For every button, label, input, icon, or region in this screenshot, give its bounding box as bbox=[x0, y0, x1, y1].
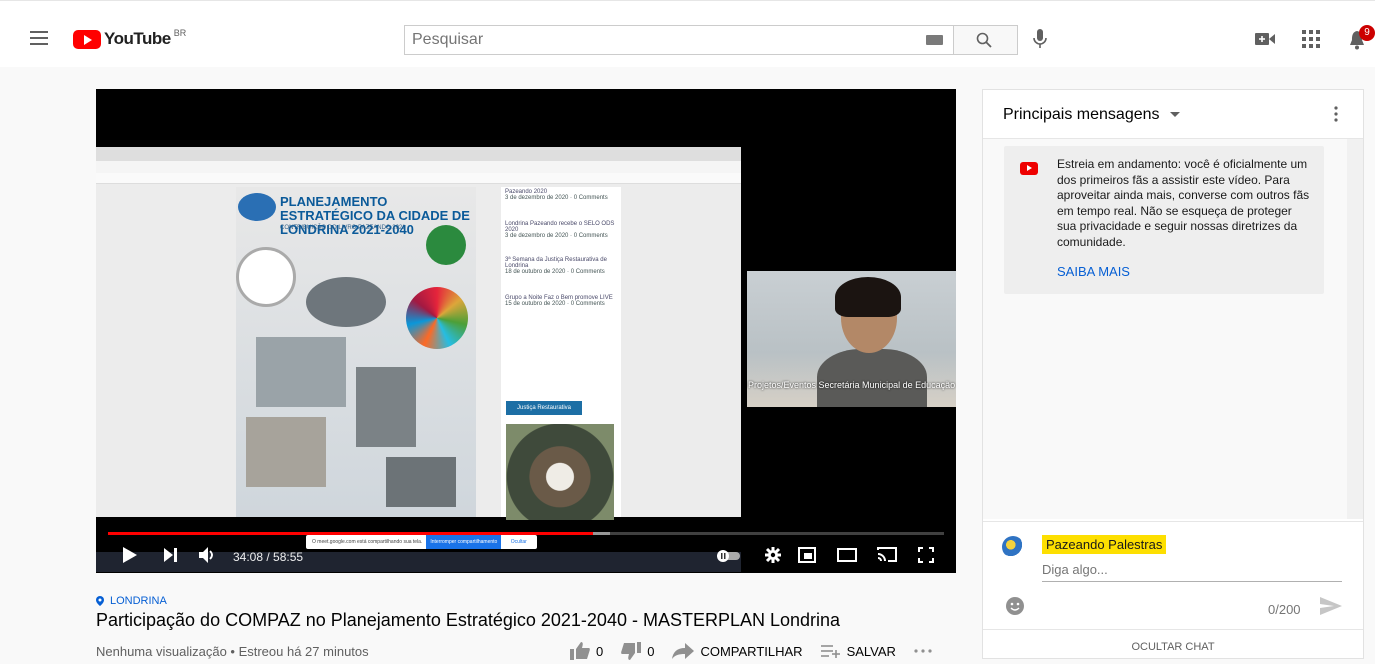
chat-composer: Pazeando Palestras 0/200 bbox=[983, 521, 1363, 640]
youtube-play-icon bbox=[73, 29, 101, 49]
fullscreen-icon[interactable] bbox=[918, 547, 934, 563]
video-actions: 0 0 COMPARTILHAR SALVAR bbox=[570, 642, 956, 660]
chat-mode-dropdown[interactable]: Principais mensagens bbox=[1003, 106, 1180, 124]
chat-message-input[interactable] bbox=[1042, 562, 1342, 577]
logo-text: YouTube bbox=[104, 29, 171, 48]
chat-messages-area: Estreia em andamento: você é oficialment… bbox=[983, 139, 1347, 519]
share-arrow-icon bbox=[672, 643, 695, 659]
playlist-add-icon bbox=[820, 645, 840, 658]
location-pin-icon bbox=[96, 596, 104, 606]
dislike-count: 0 bbox=[647, 643, 655, 659]
browser-address-bar bbox=[96, 161, 741, 173]
dropdown-caret-icon bbox=[1169, 111, 1180, 117]
save-button[interactable]: SALVAR bbox=[820, 643, 896, 659]
input-underline bbox=[1042, 581, 1342, 582]
save-label: SALVAR bbox=[846, 643, 896, 659]
masterplan-poster: PLANEJAMENTO ESTRATÉGICO DA CIDADE DE LO… bbox=[236, 187, 476, 517]
emoji-icon[interactable] bbox=[1005, 596, 1025, 616]
video-player[interactable]: PLANEJAMENTO ESTRATÉGICO DA CIDADE DE LO… bbox=[96, 89, 956, 573]
search-button[interactable] bbox=[954, 25, 1018, 55]
premiere-notice: Estreia em andamento: você é oficialment… bbox=[1004, 146, 1324, 294]
top-bar: YouTube BR 9 bbox=[0, 0, 1375, 67]
group-photo bbox=[506, 424, 614, 520]
like-count: 0 bbox=[596, 643, 604, 659]
play-icon[interactable] bbox=[123, 547, 137, 563]
post-1: Pazeando 2020 3 de dezembro de 2020 · 0 C… bbox=[505, 189, 608, 201]
browser-tabs-strip bbox=[96, 147, 741, 161]
learn-more-link[interactable]: SAIBA MAIS bbox=[1057, 264, 1130, 279]
category-button: Justiça Restaurativa bbox=[506, 401, 582, 415]
video-title: Participação do COMPAZ no Planejamento E… bbox=[96, 610, 841, 630]
more-vertical-icon[interactable] bbox=[1334, 106, 1338, 122]
search-icon bbox=[976, 32, 992, 48]
channel-name: Pazeando Palestras bbox=[1042, 535, 1167, 554]
volume-icon[interactable] bbox=[199, 547, 215, 563]
camera-label: Projetos/Eventos Secretária Municipal de… bbox=[748, 380, 956, 390]
more-horizontal-icon bbox=[914, 649, 932, 653]
settings-gear-icon[interactable] bbox=[765, 547, 781, 563]
chat-scrollbar[interactable] bbox=[1347, 139, 1363, 519]
microphone-icon[interactable] bbox=[1033, 29, 1047, 49]
keyboard-icon[interactable] bbox=[926, 35, 943, 45]
thumbs-up-icon bbox=[570, 642, 590, 660]
autoplay-toggle-icon[interactable] bbox=[716, 550, 742, 562]
chat-header: Principais mensagens bbox=[983, 90, 1363, 139]
dislike-button[interactable]: 0 bbox=[621, 642, 654, 660]
time-display: 34:08 / 58:55 bbox=[233, 550, 304, 564]
theater-mode-icon[interactable] bbox=[837, 548, 857, 562]
progress-played bbox=[108, 532, 593, 535]
avatar bbox=[1002, 536, 1024, 558]
views-line: Nenhuma visualização • Estreou há 27 min… bbox=[96, 644, 369, 659]
cast-icon[interactable] bbox=[876, 546, 898, 563]
location-text: LONDRINA bbox=[110, 595, 167, 607]
post-3: 3ª Semana da Justiça Restaurativa de Lon… bbox=[505, 257, 607, 275]
share-label: COMPARTILHAR bbox=[700, 643, 803, 659]
notice-text: Estreia em andamento: você é oficialment… bbox=[1057, 157, 1310, 249]
search-box bbox=[404, 25, 954, 55]
post-4: Grupo a Noite Faz o Bem promove LIVE 15 d… bbox=[505, 295, 613, 307]
share-button[interactable]: COMPARTILHAR bbox=[672, 643, 803, 659]
browser-bookmarks-bar bbox=[96, 173, 741, 184]
poster-subtitle: CONTRIBUIÇÃO DO LIVRO PAZEANDO 2021 bbox=[280, 225, 406, 231]
youtube-logo[interactable]: YouTube BR bbox=[73, 28, 186, 50]
char-counter: 0/200 bbox=[1268, 602, 1301, 617]
shared-screen-capture: PLANEJAMENTO ESTRATÉGICO DA CIDADE DE LO… bbox=[96, 147, 741, 572]
create-video-icon[interactable] bbox=[1255, 32, 1275, 46]
youtube-play-icon bbox=[1020, 162, 1038, 175]
miniplayer-icon[interactable] bbox=[798, 547, 816, 563]
next-icon[interactable] bbox=[164, 548, 177, 562]
hide-chat-button[interactable]: OCULTAR CHAT bbox=[983, 629, 1363, 660]
more-actions-button[interactable] bbox=[914, 649, 938, 653]
live-chat-panel: Principais mensagens Estreia em andament… bbox=[982, 89, 1364, 659]
location-tag[interactable]: LONDRINA bbox=[96, 595, 167, 607]
progress-bar[interactable] bbox=[108, 532, 944, 535]
thumbs-down-icon bbox=[621, 642, 642, 660]
player-controls: 34:08 / 58:55 bbox=[96, 537, 956, 573]
apps-grid-icon[interactable] bbox=[1302, 30, 1320, 48]
notification-count-badge: 9 bbox=[1359, 25, 1375, 41]
menu-icon[interactable] bbox=[30, 31, 48, 45]
country-code: BR bbox=[173, 28, 187, 38]
chat-mode-label: Principais mensagens bbox=[1003, 106, 1160, 123]
post-2: Londrina Pazeando recebe o SELO ODS 2020… bbox=[505, 221, 615, 239]
like-button[interactable]: 0 bbox=[570, 642, 603, 660]
search-input[interactable] bbox=[405, 26, 899, 54]
send-icon[interactable] bbox=[1320, 597, 1342, 615]
